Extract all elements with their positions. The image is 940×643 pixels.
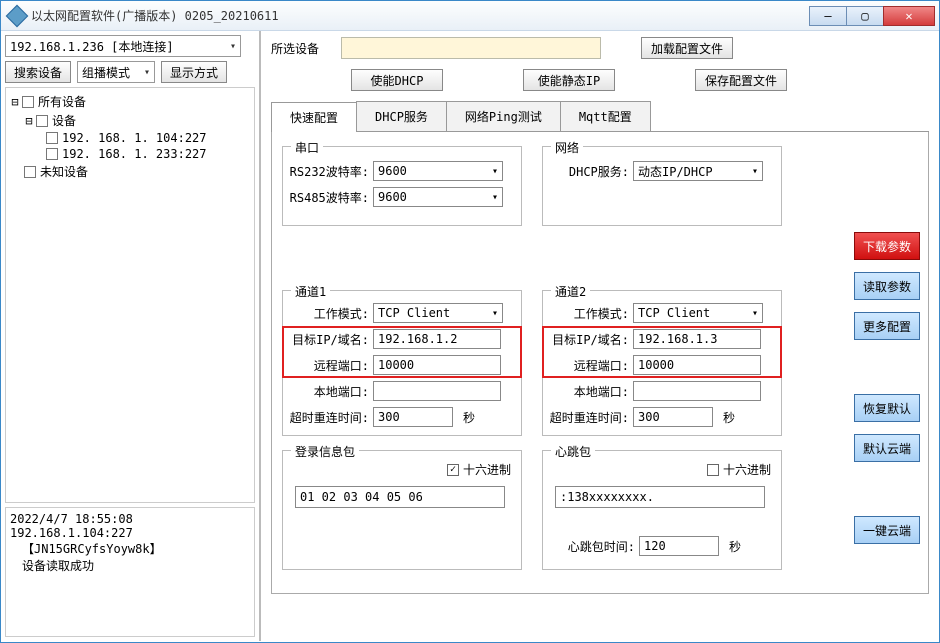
log-line: 【JN15GRCyfsYoyw8k】 [10,540,250,557]
download-params-button[interactable]: 下载参数 [854,232,920,260]
tree-device-item[interactable]: 192. 168. 1. 104:227 [10,130,250,146]
close-button[interactable]: ✕ [883,6,935,26]
load-config-button[interactable]: 加载配置文件 [641,37,733,59]
restore-default-button[interactable]: 恢复默认 [854,394,920,422]
log-line: 设备读取成功 [10,557,250,574]
group-login-title: 登录信息包 [291,443,359,460]
login-packet-input[interactable] [295,486,505,508]
group-ch2-title: 通道2 [551,283,590,300]
log-line: 192.168.1.104:227 [10,526,250,540]
tree-devices-node[interactable]: ⊟设备 [10,111,250,130]
tree-collapse-icon[interactable]: ⊟ [10,95,20,109]
checkbox[interactable] [36,115,48,127]
device-select-combo[interactable]: 192.168.1.236 [本地连接] [5,35,241,57]
log-line: 2022/4/7 18:55:08 [10,512,250,526]
selected-device-label: 所选设备 [271,40,331,57]
tab-dhcp-service[interactable]: DHCP服务 [356,101,447,131]
read-params-button[interactable]: 读取参数 [854,272,920,300]
enable-static-ip-button[interactable]: 使能静态IP [523,69,615,91]
group-serial-title: 串口 [291,139,323,156]
group-login-packet: 登录信息包 ✓ 十六进制 [282,450,522,570]
tab-quick-config[interactable]: 快速配置 [271,102,357,132]
maximize-button[interactable]: ▢ [846,6,884,26]
ch2-retry-input[interactable] [633,407,713,427]
group-heartbeat: 心跳包 十六进制 心跳包时间: 秒 [542,450,782,570]
ch1-remote-port-input[interactable] [373,355,501,375]
group-serial: 串口 RS232波特率: 9600 RS485波特率: 9600 [282,146,522,226]
group-heartbeat-title: 心跳包 [551,443,595,460]
rs232-baud-combo[interactable]: 9600 [373,161,503,181]
dhcp-service-combo[interactable]: 动态IP/DHCP [633,161,763,181]
minimize-button[interactable]: — [809,6,847,26]
checkbox[interactable] [46,148,58,160]
ch1-target-ip-input[interactable] [373,329,501,349]
group-network: 网络 DHCP服务: 动态IP/DHCP [542,146,782,226]
rs485-baud-combo[interactable]: 9600 [373,187,503,207]
tab-bar: 快速配置 DHCP服务 网络Ping测试 Mqtt配置 [271,101,929,132]
default-cloud-button[interactable]: 默认云端 [854,434,920,462]
group-channel2: 通道2 工作模式: TCP Client 目标IP/域名: 远程端口: 本地端口… [542,290,782,436]
search-devices-button[interactable]: 搜索设备 [5,61,71,83]
heartbeat-packet-input[interactable] [555,486,765,508]
checkbox[interactable] [24,166,36,178]
tree-all-devices[interactable]: ⊟所有设备 [10,92,250,111]
config-panel: 串口 RS232波特率: 9600 RS485波特率: 9600 网络 DHCP… [271,132,929,594]
left-pane: 192.168.1.236 [本地连接] 搜索设备 组播模式 显示方式 ⊟所有设… [1,31,261,641]
ch2-local-port-input[interactable] [633,381,761,401]
ch2-mode-combo[interactable]: TCP Client [633,303,763,323]
group-ch1-title: 通道1 [291,283,330,300]
app-window: 以太网配置软件(广播版本) 0205_20210611 — ▢ ✕ 192.16… [0,0,940,643]
tree-unknown-node[interactable]: 未知设备 [10,162,250,181]
selected-device-field[interactable] [341,37,601,59]
log-panel: 2022/4/7 18:55:08 192.168.1.104:227 【JN1… [5,507,255,637]
app-icon [6,4,29,27]
titlebar: 以太网配置软件(广播版本) 0205_20210611 — ▢ ✕ [1,1,939,31]
group-channel1: 通道1 工作模式: TCP Client 目标IP/域名: 远程端口: 本地端口… [282,290,522,436]
tree-collapse-icon[interactable]: ⊟ [24,114,34,128]
display-mode-button[interactable]: 显示方式 [161,61,227,83]
checkbox[interactable] [22,96,34,108]
ch2-remote-port-input[interactable] [633,355,761,375]
group-network-title: 网络 [551,139,583,156]
heartbeat-time-input[interactable] [639,536,719,556]
ch1-local-port-input[interactable] [373,381,501,401]
more-config-button[interactable]: 更多配置 [854,312,920,340]
enable-dhcp-button[interactable]: 使能DHCP [351,69,443,91]
save-config-button[interactable]: 保存配置文件 [695,69,787,91]
tree-device-item[interactable]: 192. 168. 1. 233:227 [10,146,250,162]
window-title: 以太网配置软件(广播版本) 0205_20210611 [31,7,810,24]
ch2-target-ip-input[interactable] [633,329,761,349]
ch1-mode-combo[interactable]: TCP Client [373,303,503,323]
login-hex-checkbox[interactable]: ✓ [447,464,459,476]
right-pane: 所选设备 加载配置文件 使能DHCP 使能静态IP 保存配置文件 快速配置 DH… [261,31,939,641]
device-tree[interactable]: ⊟所有设备 ⊟设备 192. 168. 1. 104:227 192. 168.… [5,87,255,503]
heartbeat-hex-checkbox[interactable] [707,464,719,476]
checkbox[interactable] [46,132,58,144]
mode-combo[interactable]: 组播模式 [77,61,155,83]
tab-ping-test[interactable]: 网络Ping测试 [446,101,561,131]
tab-mqtt-config[interactable]: Mqtt配置 [560,101,651,131]
side-buttons: 下载参数 读取参数 更多配置 恢复默认 默认云端 一键云端 [854,232,920,544]
ch1-retry-input[interactable] [373,407,453,427]
one-click-cloud-button[interactable]: 一键云端 [854,516,920,544]
